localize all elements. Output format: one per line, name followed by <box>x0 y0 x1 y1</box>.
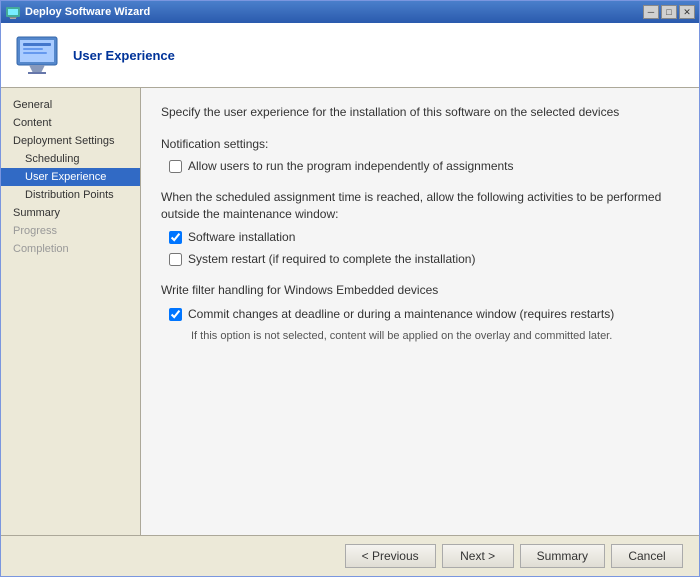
main-window: Deploy Software Wizard ─ □ ✕ User Experi… <box>0 0 700 577</box>
notification-label: Notification settings: <box>161 137 679 151</box>
sidebar-item-content[interactable]: Content <box>1 114 140 132</box>
content-description: Specify the user experience for the inst… <box>161 104 679 121</box>
minimize-button[interactable]: ─ <box>643 5 659 19</box>
header-icon <box>13 31 61 79</box>
checkbox3-label: System restart (if required to complete … <box>188 252 475 266</box>
checkbox1-label: Allow users to run the program independe… <box>188 159 514 173</box>
maintenance-text: When the scheduled assignment time is re… <box>161 189 679 223</box>
window-icon <box>5 4 21 20</box>
checkbox2[interactable] <box>169 231 182 244</box>
sidebar-item-completion: Completion <box>1 240 140 258</box>
next-button[interactable]: Next > <box>442 544 514 568</box>
window-title: Deploy Software Wizard <box>25 6 150 18</box>
content-area: Specify the user experience for the inst… <box>141 88 699 535</box>
previous-button[interactable]: < Previous <box>345 544 436 568</box>
maximize-button[interactable]: □ <box>661 5 677 19</box>
header: User Experience <box>1 23 699 88</box>
checkbox4-row: Commit changes at deadline or during a m… <box>161 307 679 321</box>
checkbox4-label: Commit changes at deadline or during a m… <box>188 307 614 321</box>
checkbox1[interactable] <box>169 160 182 173</box>
checkbox1-row: Allow users to run the program independe… <box>161 159 679 173</box>
write-filter-text: Write filter handling for Windows Embedd… <box>161 282 679 299</box>
info-text: If this option is not selected, content … <box>161 329 679 344</box>
checkbox2-row: Software installation <box>161 230 679 244</box>
checkbox4[interactable] <box>169 308 182 321</box>
sidebar-item-distribution-points[interactable]: Distribution Points <box>1 186 140 204</box>
title-bar: Deploy Software Wizard ─ □ ✕ <box>1 1 699 23</box>
sidebar: General Content Deployment Settings Sche… <box>1 88 141 535</box>
checkbox2-label: Software installation <box>188 230 295 244</box>
cancel-button[interactable]: Cancel <box>611 544 683 568</box>
sidebar-item-scheduling[interactable]: Scheduling <box>1 150 140 168</box>
main-area: General Content Deployment Settings Sche… <box>1 88 699 535</box>
sidebar-item-deployment-settings[interactable]: Deployment Settings <box>1 132 140 150</box>
sidebar-item-summary[interactable]: Summary <box>1 204 140 222</box>
sidebar-item-general[interactable]: General <box>1 96 140 114</box>
summary-button[interactable]: Summary <box>520 544 605 568</box>
sidebar-item-progress: Progress <box>1 222 140 240</box>
header-title: User Experience <box>73 48 175 63</box>
close-button[interactable]: ✕ <box>679 5 695 19</box>
checkbox3-row: System restart (if required to complete … <box>161 252 679 266</box>
footer: < Previous Next > Summary Cancel <box>1 535 699 576</box>
checkbox3[interactable] <box>169 253 182 266</box>
sidebar-item-user-experience[interactable]: User Experience <box>1 168 140 186</box>
